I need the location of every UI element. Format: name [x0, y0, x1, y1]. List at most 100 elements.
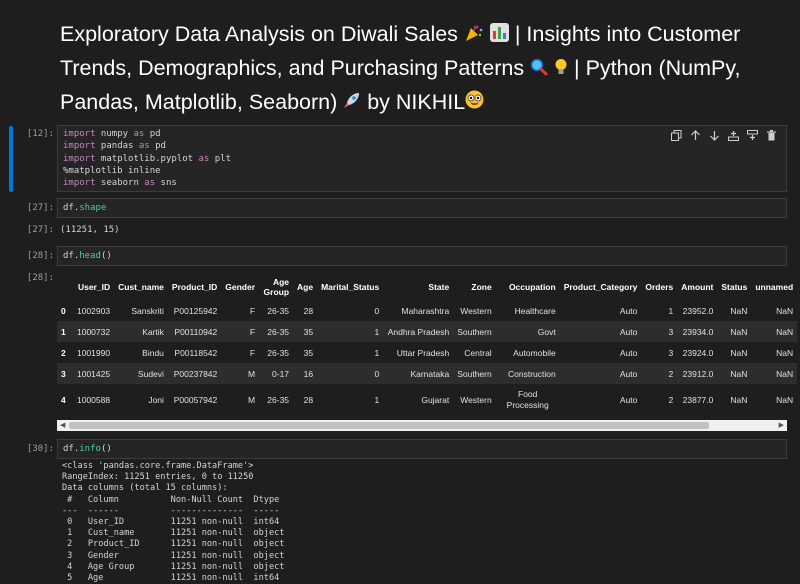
table-cell: Kartik [114, 321, 168, 342]
title-text-4: by NIKHIL [361, 89, 466, 114]
bar-chart-icon [489, 19, 509, 52]
table-cell: P00237842 [167, 363, 222, 384]
table-cell: 23934.0 [677, 321, 718, 342]
code-line: import pandas as pd [63, 140, 781, 152]
column-header: Age Group [263, 276, 290, 297]
table-cell: Sanskriti [131, 305, 164, 316]
info-output: <class 'pandas.core.frame.DataFrame'> Ra… [62, 461, 285, 584]
table-cell: Auto [619, 347, 638, 358]
table-cell: 1001990 [77, 347, 111, 358]
table-cell: 0-17 [259, 363, 294, 384]
code-text: seaborn [95, 178, 145, 189]
table-cell: Healthcare [514, 305, 556, 316]
table-cell: Auto [559, 363, 642, 384]
table-cell: 23877.0 [682, 395, 714, 405]
table-cell: Auto [619, 305, 638, 316]
code-attribute: head [79, 251, 101, 261]
table-cell: 2 [641, 363, 678, 384]
table-row: 2 1001990 Bindu P00118542 F 26-35 35 1 U… [57, 342, 797, 363]
table-cell: NaN [751, 321, 798, 342]
code-cell-shape[interactable]: df.shape [57, 198, 787, 218]
table-cell: F [221, 321, 260, 342]
magnifier-icon [530, 53, 548, 86]
table-cell: Southern [453, 363, 496, 384]
code-text: numpy [95, 129, 134, 139]
table-cell: P00057942 [173, 395, 218, 405]
party-popper-icon [464, 19, 484, 52]
table-cell: 1 [668, 305, 674, 316]
code-text: () [100, 444, 112, 454]
table-cell: 1002903 [77, 305, 111, 316]
table-cell: NaN [730, 347, 748, 358]
active-cell-indicator [9, 126, 13, 192]
code-attribute: info [79, 444, 101, 454]
column-header: Marital_Status [321, 281, 380, 292]
table-cell: 35 [293, 321, 318, 342]
table-cell: Karnataka [383, 363, 454, 384]
row-index: 3 [57, 363, 73, 384]
table-cell: NaN [751, 363, 798, 384]
table-cell: NaN [730, 395, 748, 405]
code-attribute: shape [79, 203, 107, 213]
table-cell: Bindu [142, 347, 164, 358]
scroll-left-icon[interactable]: ◀ [60, 421, 65, 429]
column-header: User_ID [77, 281, 111, 292]
table-cell: Auto [619, 395, 638, 405]
copy-icon[interactable] [670, 129, 683, 142]
column-header: Orders [645, 281, 674, 292]
lightbulb-icon [554, 53, 568, 86]
cell-prompt: [27]: [26, 203, 54, 213]
table-cell: 3 [641, 321, 678, 342]
table-cell: 28 [303, 305, 314, 316]
table-cell: 1000588 [77, 395, 111, 405]
insert-below-icon[interactable] [727, 129, 740, 142]
table-cell: Joni [148, 395, 164, 405]
table-cell: 2 [668, 395, 674, 405]
table-cell: 23924.0 [682, 347, 714, 358]
table-cell: NaN [717, 363, 752, 384]
code-cell-info[interactable]: df.info() [57, 439, 787, 459]
table-cell: Gujarat [421, 395, 450, 405]
output-prompt: [28]: [26, 273, 54, 283]
table-cell: Uttar Pradesh [396, 347, 450, 358]
table-cell: F [249, 305, 256, 316]
code-cell-imports[interactable]: import numpy as pd import pandas as pd i… [57, 125, 787, 192]
cell-prompt: [12]: [26, 129, 54, 139]
table-cell: 35 [303, 347, 314, 358]
table-cell: 1000732 [73, 321, 115, 342]
table-cell: 0 [317, 363, 384, 384]
scrollbar-thumb[interactable] [69, 422, 709, 429]
table-cell: 1001425 [73, 363, 115, 384]
arrow-up-icon[interactable] [689, 129, 702, 142]
table-cell: 1 [374, 395, 380, 405]
delete-icon[interactable] [765, 129, 778, 142]
code-text: pandas [95, 141, 139, 152]
column-header: Cust_name [118, 281, 164, 292]
dataframe-table: User_ID Cust_name Product_ID Gender Age … [57, 273, 798, 416]
table-cell: M [221, 363, 260, 384]
table-cell: 23912.0 [677, 363, 718, 384]
table-cell: NaN [776, 305, 794, 316]
scroll-right-icon[interactable]: ▶ [779, 421, 784, 429]
arrow-down-icon[interactable] [708, 129, 721, 142]
column-header: Age [297, 281, 314, 292]
cell-prompt: [28]: [26, 251, 54, 261]
table-cell: P00118542 [174, 347, 218, 358]
keyword: as [144, 178, 156, 189]
keyword: as [198, 153, 210, 164]
split-cell-icon[interactable] [746, 129, 759, 142]
column-header: unnamed [755, 281, 794, 292]
horizontal-scrollbar[interactable]: ◀ ▶ [57, 420, 787, 431]
keyword: as [133, 129, 145, 139]
code-text: pd [149, 141, 166, 152]
code-line: import matplotlib.pyplot as plt [63, 153, 781, 165]
table-cell: M [247, 395, 256, 405]
column-header: Amount [681, 281, 714, 292]
table-cell: Southern [453, 321, 496, 342]
table-cell: Automobile [513, 347, 556, 358]
code-cell-head[interactable]: df.head() [57, 246, 787, 266]
code-text: sns [155, 178, 177, 189]
table-cell: 26-35 [267, 305, 290, 316]
column-header: Zone [471, 281, 492, 292]
code-text: plt [209, 153, 231, 164]
